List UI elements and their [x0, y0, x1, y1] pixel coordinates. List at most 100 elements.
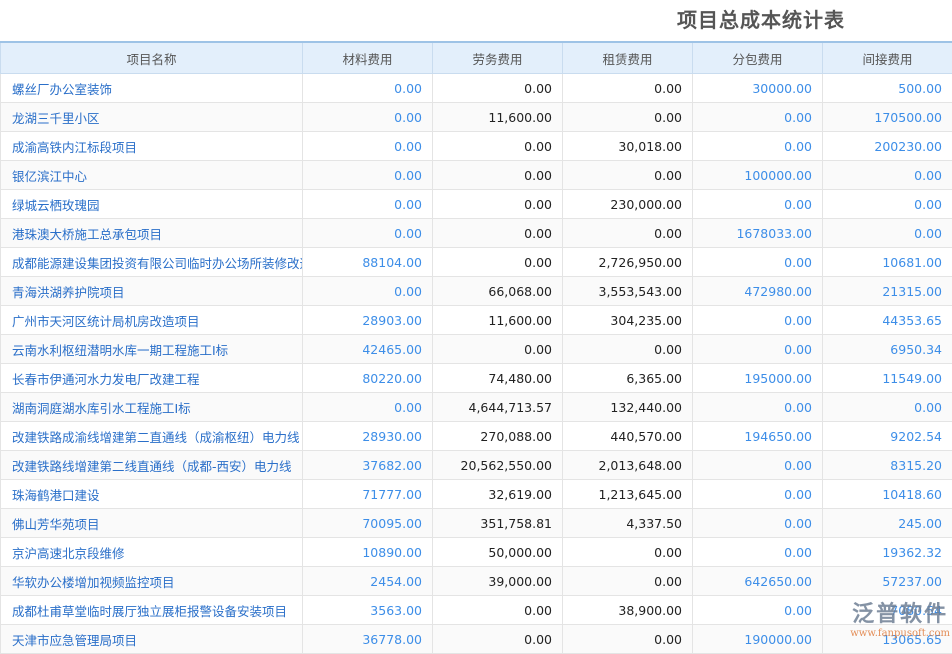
cell-material[interactable]: 28903.00 [303, 306, 433, 335]
cell-indirect[interactable]: 9202.54 [823, 422, 952, 451]
cell-labor: 50,000.00 [433, 538, 563, 567]
cell-material[interactable]: 80220.00 [303, 364, 433, 393]
table-row: 绿城云栖玫瑰园0.000.00230,000.000.000.00 [1, 190, 952, 219]
cell-labor: 0.00 [433, 625, 563, 654]
cell-rental: 0.00 [563, 103, 693, 132]
cell-material[interactable]: 0.00 [303, 393, 433, 422]
cell-material[interactable]: 0.00 [303, 277, 433, 306]
cell-subcontract[interactable]: 642650.00 [693, 567, 823, 596]
cell-subcontract[interactable]: 194650.00 [693, 422, 823, 451]
project-name-link[interactable]: 云南水利枢纽潜明水库一期工程施工I标 [1, 335, 303, 364]
project-name-link[interactable]: 珠海鹤港口建设 [1, 480, 303, 509]
watermark: 泛普软件 www.fanpusoft.com [850, 596, 950, 639]
cell-rental: 38,900.00 [563, 596, 693, 625]
cell-indirect[interactable]: 170500.00 [823, 103, 952, 132]
cell-material[interactable]: 42465.00 [303, 335, 433, 364]
cell-subcontract[interactable]: 195000.00 [693, 364, 823, 393]
cell-subcontract[interactable]: 0.00 [693, 480, 823, 509]
cell-subcontract[interactable]: 0.00 [693, 132, 823, 161]
cell-indirect[interactable]: 0.00 [823, 219, 952, 248]
cell-material[interactable]: 0.00 [303, 74, 433, 103]
cell-subcontract[interactable]: 190000.00 [693, 625, 823, 654]
cell-subcontract[interactable]: 0.00 [693, 538, 823, 567]
cell-indirect[interactable]: 0.00 [823, 161, 952, 190]
cell-subcontract[interactable]: 30000.00 [693, 74, 823, 103]
cell-material[interactable]: 0.00 [303, 190, 433, 219]
cell-indirect[interactable]: 10681.00 [823, 248, 952, 277]
cell-subcontract[interactable]: 472980.00 [693, 277, 823, 306]
cell-material[interactable]: 37682.00 [303, 451, 433, 480]
cell-indirect[interactable]: 10418.60 [823, 480, 952, 509]
cell-indirect[interactable]: 245.00 [823, 509, 952, 538]
cell-indirect[interactable]: 200230.00 [823, 132, 952, 161]
column-header-indirect[interactable]: 间接费用 [823, 42, 952, 74]
cell-labor: 270,088.00 [433, 422, 563, 451]
project-name-link[interactable]: 龙湖三千里小区 [1, 103, 303, 132]
cell-material[interactable]: 10890.00 [303, 538, 433, 567]
cell-labor: 66,068.00 [433, 277, 563, 306]
cell-indirect[interactable]: 6950.34 [823, 335, 952, 364]
cell-subcontract[interactable]: 1678033.00 [693, 219, 823, 248]
cell-indirect[interactable]: 500.00 [823, 74, 952, 103]
column-header-material[interactable]: 材料费用 [303, 42, 433, 74]
cell-indirect[interactable]: 0.00 [823, 393, 952, 422]
cell-labor: 11,600.00 [433, 306, 563, 335]
column-header-rental[interactable]: 租赁费用 [563, 42, 693, 74]
project-name-link[interactable]: 湖南洞庭湖水库引水工程施工I标 [1, 393, 303, 422]
project-name-link[interactable]: 长春市伊通河水力发电厂改建工程 [1, 364, 303, 393]
cell-material[interactable]: 0.00 [303, 161, 433, 190]
project-name-link[interactable]: 改建铁路成渝线增建第二直通线（成渝枢纽）电力线 [1, 422, 303, 451]
cell-material[interactable]: 36778.00 [303, 625, 433, 654]
cell-labor: 4,644,713.57 [433, 393, 563, 422]
project-name-link[interactable]: 改建铁路线增建第二线直通线（成都-西安）电力线 [1, 451, 303, 480]
cell-material[interactable]: 3563.00 [303, 596, 433, 625]
project-name-link[interactable]: 成都杜甫草堂临时展厅独立展柜报警设备安装项目 [1, 596, 303, 625]
project-name-link[interactable]: 绿城云栖玫瑰园 [1, 190, 303, 219]
cell-indirect[interactable]: 21315.00 [823, 277, 952, 306]
project-name-link[interactable]: 广州市天河区统计局机房改造项目 [1, 306, 303, 335]
cell-indirect[interactable]: 44353.65 [823, 306, 952, 335]
project-name-link[interactable]: 港珠澳大桥施工总承包项目 [1, 219, 303, 248]
cell-rental: 0.00 [563, 161, 693, 190]
project-name-link[interactable]: 成渝高铁内江标段项目 [1, 132, 303, 161]
cell-material[interactable]: 88104.00 [303, 248, 433, 277]
cell-indirect[interactable]: 11549.00 [823, 364, 952, 393]
project-name-link[interactable]: 佛山芳华苑项目 [1, 509, 303, 538]
cell-subcontract[interactable]: 0.00 [693, 596, 823, 625]
cell-material[interactable]: 0.00 [303, 219, 433, 248]
cell-indirect[interactable]: 0.00 [823, 190, 952, 219]
cell-subcontract[interactable]: 0.00 [693, 509, 823, 538]
cell-material[interactable]: 0.00 [303, 132, 433, 161]
cell-subcontract[interactable]: 0.00 [693, 248, 823, 277]
cell-subcontract[interactable]: 0.00 [693, 190, 823, 219]
project-name-link[interactable]: 成都能源建设集团投资有限公司临时办公场所装修改造 [1, 248, 303, 277]
cell-subcontract[interactable]: 0.00 [693, 306, 823, 335]
cell-material[interactable]: 28930.00 [303, 422, 433, 451]
cell-material[interactable]: 0.00 [303, 103, 433, 132]
cell-subcontract[interactable]: 0.00 [693, 103, 823, 132]
project-name-link[interactable]: 青海洪湖养护院项目 [1, 277, 303, 306]
cell-subcontract[interactable]: 0.00 [693, 335, 823, 364]
cell-indirect[interactable]: 8315.20 [823, 451, 952, 480]
project-name-link[interactable]: 天津市应急管理局项目 [1, 625, 303, 654]
column-header-name[interactable]: 项目名称 [1, 42, 303, 74]
cell-subcontract[interactable]: 0.00 [693, 451, 823, 480]
cell-indirect[interactable]: 19362.32 [823, 538, 952, 567]
cell-labor: 0.00 [433, 74, 563, 103]
cell-subcontract[interactable]: 0.00 [693, 393, 823, 422]
project-name-link[interactable]: 银亿滨江中心 [1, 161, 303, 190]
table-row: 改建铁路成渝线增建第二直通线（成渝枢纽）电力线28930.00270,088.0… [1, 422, 952, 451]
cell-indirect[interactable]: 57237.00 [823, 567, 952, 596]
cell-material[interactable]: 71777.00 [303, 480, 433, 509]
column-header-labor[interactable]: 劳务费用 [433, 42, 563, 74]
project-name-link[interactable]: 京沪高速北京段维修 [1, 538, 303, 567]
table-row: 青海洪湖养护院项目0.0066,068.003,553,543.00472980… [1, 277, 952, 306]
watermark-url: www.fanpusoft.com [850, 628, 950, 639]
cell-material[interactable]: 2454.00 [303, 567, 433, 596]
table-row: 珠海鹤港口建设71777.0032,619.001,213,645.000.00… [1, 480, 952, 509]
cell-subcontract[interactable]: 100000.00 [693, 161, 823, 190]
project-name-link[interactable]: 华软办公楼增加视频监控项目 [1, 567, 303, 596]
project-name-link[interactable]: 螺丝厂办公室装饰 [1, 74, 303, 103]
column-header-subcontract[interactable]: 分包费用 [693, 42, 823, 74]
cell-material[interactable]: 70095.00 [303, 509, 433, 538]
